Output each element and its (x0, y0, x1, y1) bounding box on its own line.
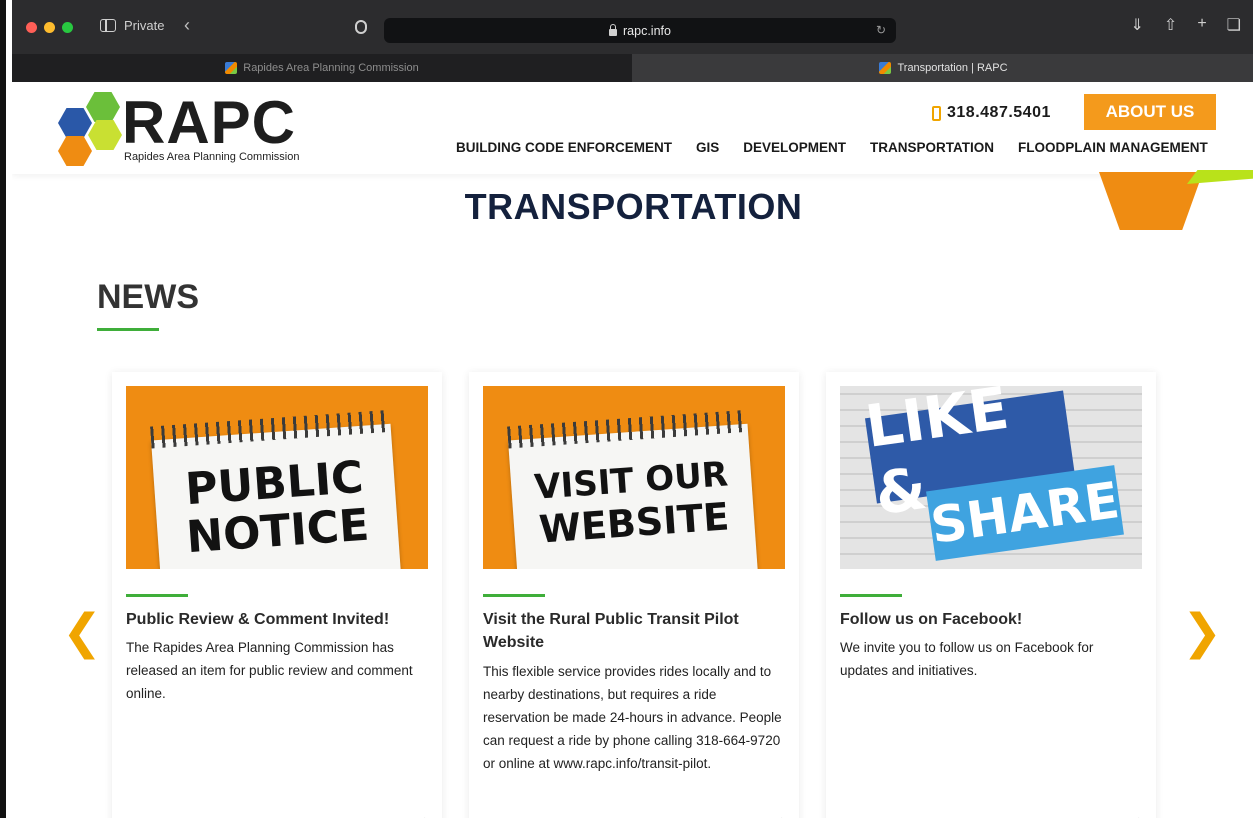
nav-building-code[interactable]: BUILDING CODE ENFORCEMENT (456, 140, 672, 155)
site-header: RAPC Rapides Area Planning Commission 31… (12, 82, 1253, 174)
read-more-arrow-icon[interactable]: ➜ (1131, 812, 1144, 818)
card-accent-bar (126, 594, 188, 597)
about-us-button[interactable]: ABOUT US (1084, 94, 1216, 130)
logo-hex-lime (88, 120, 122, 150)
card-accent-bar (483, 594, 545, 597)
read-more-arrow-icon[interactable]: ➜ (417, 812, 430, 818)
address-bar[interactable]: rapc.info ↻ (384, 18, 896, 43)
site-favicon-icon (879, 62, 892, 74)
phone-number: 318.487.5401 (947, 104, 1051, 121)
sidebar-icon (100, 19, 116, 32)
nav-transportation[interactable]: TRANSPORTATION (870, 140, 994, 155)
tab-label: Rapides Area Planning Commission (243, 62, 419, 74)
toolbar-actions: ⇓ ⇧ + ❏ (1131, 15, 1242, 35)
site-favicon-icon (225, 62, 238, 74)
nav-floodplain[interactable]: FLOODPLAIN MANAGEMENT (1018, 140, 1208, 155)
spiral-binding (150, 409, 392, 449)
url-text: rapc.info (623, 23, 671, 38)
minimize-window-button[interactable] (44, 22, 55, 33)
notepad-graphic: PUBLIC NOTICE (150, 409, 401, 569)
download-icon[interactable]: ⇓ (1131, 15, 1144, 35)
news-card[interactable]: LIKE & SHARE Follow us on Facebook! We i… (826, 372, 1156, 818)
logo-subtitle: Rapides Area Planning Commission (124, 151, 300, 163)
reload-icon[interactable]: ↻ (876, 23, 886, 37)
share-icon[interactable]: ⇧ (1164, 15, 1177, 35)
new-tab-icon[interactable]: + (1197, 15, 1206, 35)
visit-website-image: VISIT OUR WEBSITE (483, 386, 785, 569)
private-label: Private (124, 18, 165, 33)
window-controls (26, 22, 73, 33)
chevron-right-icon[interactable]: ❯ (1182, 604, 1222, 660)
close-window-button[interactable] (26, 22, 37, 33)
card-body: We invite you to follow us on Facebook f… (840, 640, 1094, 678)
card-title[interactable]: Public Review & Comment Invited! (126, 608, 422, 631)
logo-hex-blue (58, 108, 92, 138)
phone-link[interactable]: 318.487.5401 (932, 104, 1051, 122)
tabs-icon[interactable]: ❏ (1227, 15, 1241, 35)
web-page: RAPC Rapides Area Planning Commission 31… (12, 82, 1253, 818)
news-underline (97, 328, 159, 331)
notepad-graphic: VISIT OUR WEBSITE (507, 409, 758, 569)
lock-icon (609, 24, 618, 36)
rapc-logo[interactable]: RAPC Rapides Area Planning Commission (52, 86, 322, 170)
shield-icon[interactable] (355, 20, 367, 34)
browser-toolbar: Private ‹ rapc.info ↻ ⇓ ⇧ + ❏ (12, 0, 1253, 54)
read-more-arrow-icon[interactable]: ➜ (774, 812, 787, 818)
page-title: TRANSPORTATION (464, 186, 803, 227)
decorative-stripe (1187, 170, 1253, 184)
logo-hex-green (86, 92, 120, 122)
browser-window: Private ‹ rapc.info ↻ ⇓ ⇧ + ❏ Rapides Ar… (0, 0, 1253, 818)
sidebar-toggle-button[interactable]: Private (100, 18, 164, 33)
news-card[interactable]: VISIT OUR WEBSITE Visit the Rural Public… (469, 372, 799, 818)
chevron-left-icon[interactable]: ❮ (62, 604, 102, 660)
zoom-window-button[interactable] (62, 22, 73, 33)
card-body: The Rapides Area Planning Commission has… (126, 640, 413, 701)
like-share-image: LIKE & SHARE (840, 386, 1142, 569)
nav-development[interactable]: DEVELOPMENT (743, 140, 846, 155)
logo-text: RAPC (122, 89, 297, 156)
news-card[interactable]: PUBLIC NOTICE Public Review & Comment In… (112, 372, 442, 818)
tab-transportation[interactable]: Transportation | RAPC (632, 54, 1253, 82)
main-nav: BUILDING CODE ENFORCEMENT GIS DEVELOPMEN… (456, 140, 1208, 155)
phone-icon (932, 105, 941, 121)
tab-label: Transportation | RAPC (897, 62, 1008, 74)
card-body: This flexible service provides rides loc… (483, 664, 782, 771)
public-notice-image: PUBLIC NOTICE (126, 386, 428, 569)
tab-rapides[interactable]: Rapides Area Planning Commission (12, 54, 632, 82)
card-accent-bar (840, 594, 902, 597)
back-icon[interactable]: ‹ (184, 15, 190, 36)
spiral-binding (507, 409, 749, 449)
tab-bar: Rapides Area Planning Commission Transpo… (12, 54, 1253, 82)
card-title[interactable]: Visit the Rural Public Transit Pilot Web… (483, 608, 779, 654)
logo-hex-orange (58, 136, 92, 166)
nav-gis[interactable]: GIS (696, 140, 719, 155)
news-heading: NEWS (97, 278, 199, 316)
card-title[interactable]: Follow us on Facebook! (840, 608, 1136, 631)
